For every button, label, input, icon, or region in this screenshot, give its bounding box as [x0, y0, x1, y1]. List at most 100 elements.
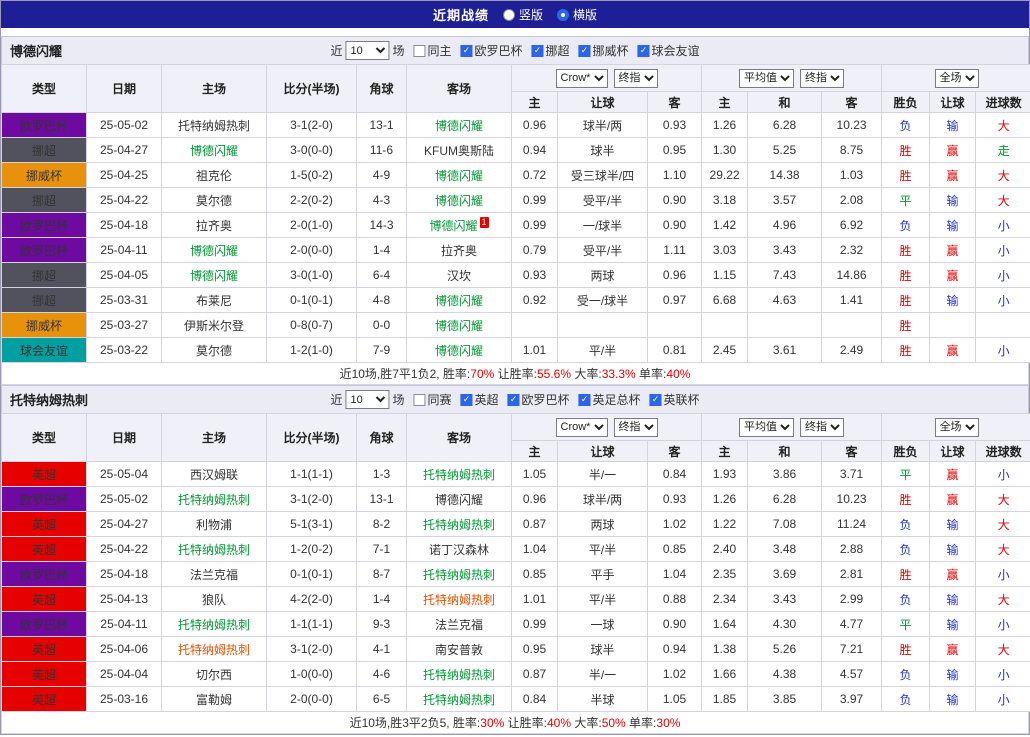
- match-score: 2-0(0-0): [266, 237, 357, 263]
- filter-checkbox-欧罗巴杯[interactable]: ✓ 欧罗巴杯: [460, 42, 523, 59]
- euro-odds-home: 1.42: [701, 212, 749, 238]
- filter-checkbox-英足总杯[interactable]: ✓ 英足总杯: [578, 391, 641, 408]
- filter-checkbox-label: 挪超: [545, 44, 570, 58]
- match-count-select[interactable]: 10: [345, 390, 390, 409]
- layout-option-竖版[interactable]: 竖版: [502, 6, 543, 23]
- home-team-link[interactable]: 托特纳姆热刺: [161, 112, 267, 138]
- odds-time-select[interactable]: 终指: [613, 68, 658, 88]
- home-team-link[interactable]: 法兰克福: [161, 561, 267, 587]
- scope-select[interactable]: 全场: [934, 417, 979, 437]
- corners-count: 13-1: [356, 112, 407, 138]
- home-team-link[interactable]: 伊斯米尔登: [161, 312, 267, 338]
- away-team-link[interactable]: 诺丁汉森林: [406, 536, 512, 562]
- filter-checkbox-欧罗巴杯[interactable]: ✓ 欧罗巴杯: [507, 391, 570, 408]
- filter-checkbox-挪超[interactable]: ✓ 挪超: [531, 42, 570, 59]
- match-score: 1-1(1-1): [266, 611, 357, 637]
- away-team-link[interactable]: 托特纳姆热刺: [406, 511, 512, 537]
- home-team-link[interactable]: 富勒姆: [161, 686, 267, 712]
- column-header: 角球: [356, 64, 407, 113]
- away-team-link[interactable]: 博德闪耀: [406, 162, 512, 188]
- handicap-line: 受平/半: [557, 237, 648, 263]
- handicap-odds-away: 0.95: [646, 137, 703, 163]
- home-team-link[interactable]: 博德闪耀: [161, 237, 267, 263]
- section-header: 托特纳姆热刺近10场✓同赛✓英超✓欧罗巴杯✓英足总杯✓英联杯: [1, 385, 1029, 413]
- filter-checkbox-同主[interactable]: ✓同主: [413, 42, 451, 59]
- league-badge: 英超: [1, 636, 87, 662]
- checkbox-icon: ✓: [460, 44, 473, 57]
- euro-time-select[interactable]: 终指: [800, 417, 845, 437]
- euro-odds-home: 3.18: [701, 187, 749, 213]
- odds-source-select[interactable]: Crow*: [555, 68, 608, 88]
- handicap-odds-away: 1.05: [646, 686, 703, 712]
- home-team-link[interactable]: 狼队: [161, 586, 267, 612]
- away-team-link[interactable]: 博德闪耀: [406, 287, 512, 313]
- away-team-link[interactable]: 拉齐奥: [406, 237, 512, 263]
- scope-select[interactable]: 全场: [934, 68, 979, 88]
- home-team-link[interactable]: 拉齐奥: [161, 212, 267, 238]
- checkbox-icon: ✓: [413, 393, 426, 406]
- euro-time-select[interactable]: 终指: [800, 68, 845, 88]
- league-badge: 挪超: [1, 287, 87, 313]
- filter-checkbox-同赛[interactable]: ✓同赛: [413, 391, 451, 408]
- euro-odds-draw: 14.38: [747, 162, 823, 188]
- result-handicap: 赢: [929, 486, 977, 512]
- match-row: 欧罗巴杯 25-05-02 托特纳姆热刺 3-1(2-0) 13-1 博德闪耀 0.96 球半…: [1, 112, 1030, 138]
- match-score: 3-1(2-0): [266, 486, 357, 512]
- away-team-link[interactable]: 博德闪耀: [406, 486, 512, 512]
- home-team-link[interactable]: 博德闪耀: [161, 137, 267, 163]
- home-team-link[interactable]: 祖克伦: [161, 162, 267, 188]
- match-score: 0-1(0-1): [266, 561, 357, 587]
- corners-count: 4-1: [356, 636, 407, 662]
- away-team-link[interactable]: 博德闪耀: [406, 337, 512, 363]
- recent-results-page: 近期战绩 竖版横版 博德闪耀近10场✓同主✓欧罗巴杯✓挪超✓挪威杯✓球会友谊类型…: [0, 0, 1030, 735]
- handicap-line: 受三球半/四: [557, 162, 648, 188]
- away-team-link[interactable]: 博德闪耀: [406, 187, 512, 213]
- away-team-link[interactable]: 托特纳姆热刺: [406, 561, 512, 587]
- match-row: 英超 25-04-13 狼队 4-2(2-0) 1-4 托特纳姆热刺 1.01 平/半 0.88…: [1, 586, 1030, 612]
- euro-source-select[interactable]: 平均值: [739, 417, 795, 437]
- home-team-link[interactable]: 托特纳姆热刺: [161, 486, 267, 512]
- handicap-odds-home: 0.99: [511, 611, 558, 637]
- home-team-link[interactable]: 西汉姆联: [161, 461, 267, 487]
- column-subheader: 主: [511, 91, 558, 113]
- league-badge: 挪超: [1, 262, 87, 288]
- home-team-link[interactable]: 托特纳姆热刺: [161, 536, 267, 562]
- filter-checkbox-英联杯[interactable]: ✓ 英联杯: [649, 391, 700, 408]
- checkbox-icon: ✓: [578, 393, 591, 406]
- away-team-link[interactable]: KFUM奥斯陆: [406, 137, 512, 163]
- away-team-link[interactable]: 托特纳姆热刺: [406, 661, 512, 687]
- away-team-link[interactable]: 托特纳姆热刺: [406, 461, 512, 487]
- away-team-name: 博德闪耀: [434, 118, 483, 133]
- odds-time-select[interactable]: 终指: [613, 417, 658, 437]
- filter-checkbox-英超[interactable]: ✓ 英超: [460, 391, 499, 408]
- layout-option-横版[interactable]: 横版: [557, 6, 597, 23]
- away-team-name: 南安普敦: [434, 642, 483, 657]
- away-team-link[interactable]: 汉坎: [406, 262, 512, 288]
- home-team-link[interactable]: 托特纳姆热刺: [161, 611, 267, 637]
- away-team-link[interactable]: 博德闪耀 1: [406, 212, 512, 238]
- home-team-link[interactable]: 莫尔德: [161, 187, 267, 213]
- result-handicap: 输: [929, 661, 977, 687]
- handicap-odds-home: 1.01: [511, 337, 558, 363]
- filter-checkbox-球会友谊[interactable]: ✓ 球会友谊: [637, 42, 700, 59]
- away-team-link[interactable]: 博德闪耀: [406, 112, 512, 138]
- home-team-link[interactable]: 布莱尼: [161, 287, 267, 313]
- home-team-link[interactable]: 切尔西: [161, 661, 267, 687]
- match-score: 3-0(0-0): [266, 137, 357, 163]
- filter-checkbox-挪威杯[interactable]: ✓ 挪威杯: [578, 42, 629, 59]
- match-count-select[interactable]: 10: [345, 41, 390, 60]
- away-team-name: 诺丁汉森林: [428, 542, 489, 557]
- home-team-link[interactable]: 托特纳姆热刺: [161, 636, 267, 662]
- odds-source-select[interactable]: Crow*: [555, 417, 608, 437]
- home-team-link[interactable]: 利物浦: [161, 511, 267, 537]
- away-team-link[interactable]: 博德闪耀: [406, 312, 512, 338]
- home-team-link[interactable]: 莫尔德: [161, 337, 267, 363]
- home-team-link[interactable]: 博德闪耀: [161, 262, 267, 288]
- away-team-link[interactable]: 托特纳姆热刺: [406, 586, 512, 612]
- euro-source-select[interactable]: 平均值: [739, 68, 795, 88]
- result-goals: 大: [975, 586, 1030, 612]
- away-team-link[interactable]: 托特纳姆热刺: [406, 686, 512, 712]
- away-team-link[interactable]: 南安普敦: [406, 636, 512, 662]
- away-team-link[interactable]: 法兰克福: [406, 611, 512, 637]
- handicap-odds-home: 0.72: [511, 162, 558, 188]
